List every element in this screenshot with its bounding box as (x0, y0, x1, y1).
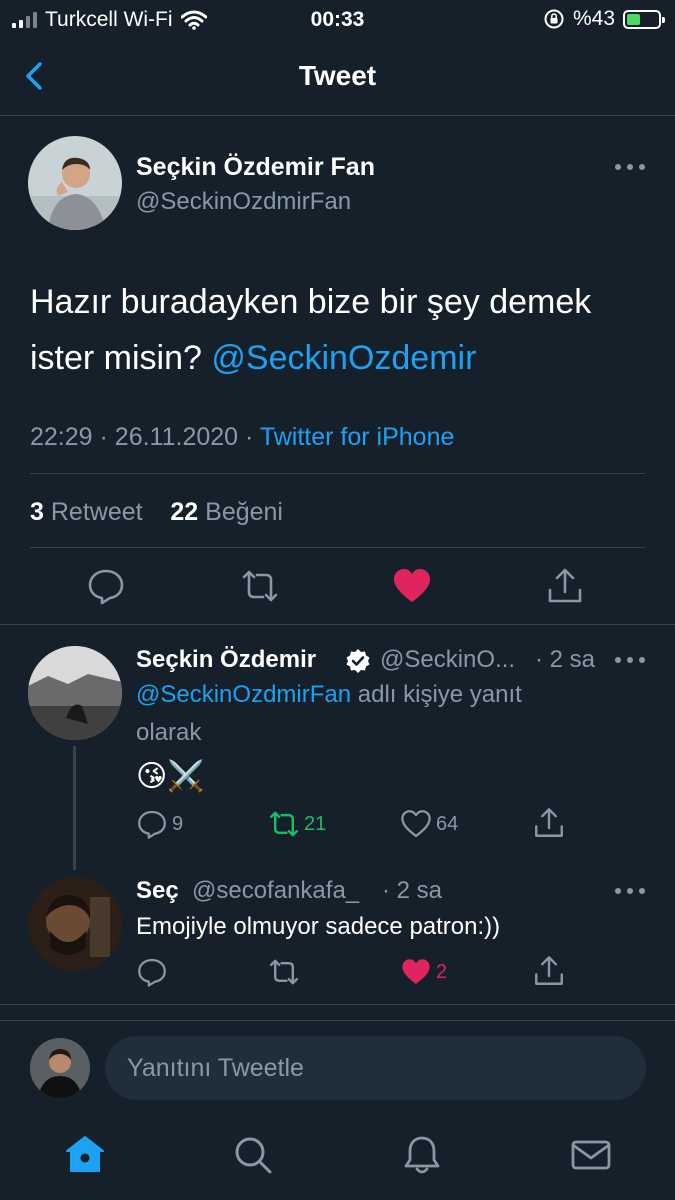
battery-icon (623, 9, 665, 29)
bell-icon[interactable] (401, 1134, 443, 1176)
avatar[interactable] (28, 877, 122, 971)
like-label[interactable]: Beğeni (205, 498, 283, 526)
reply-time: · 2 sa (535, 646, 596, 673)
like-count[interactable]: 22 (170, 498, 198, 526)
tweet-stats: 3 Retweet 22 Beğeni (30, 498, 283, 527)
retweet-icon[interactable] (268, 808, 300, 840)
reply-context: @SeckinOzdmirFan adlı kişiye yanıt olara… (136, 676, 636, 752)
navigation-bar: Tweet (0, 40, 675, 116)
retweet-icon[interactable] (268, 956, 300, 988)
divider (0, 624, 675, 625)
reply-author-name[interactable]: Seç (136, 877, 179, 905)
mention-link[interactable]: @SeckinOzdemir (211, 339, 476, 377)
verified-icon (346, 649, 370, 673)
reply-icon[interactable] (136, 808, 168, 840)
more-icon[interactable] (615, 655, 645, 665)
share-icon[interactable] (532, 954, 566, 988)
reply-time: · 2 sa (382, 877, 443, 904)
heart-icon[interactable] (400, 956, 432, 988)
tweet-source[interactable]: Twitter for iPhone (260, 423, 455, 451)
reply-author-name[interactable]: Seçkin Özdemir (136, 646, 316, 674)
like-count: 64 (436, 813, 459, 835)
avatar[interactable] (28, 646, 122, 740)
status-bar: Turkcell Wi-Fi 00:33 %43 (0, 0, 675, 40)
search-icon[interactable] (232, 1134, 274, 1176)
reply-to-suffix: adlı kişiye yanıt (351, 681, 522, 708)
mail-icon[interactable] (570, 1134, 612, 1176)
avatar[interactable] (28, 136, 122, 230)
reply-count: 9 (172, 813, 184, 835)
reply-author-handle[interactable]: @secofankafa_ (192, 877, 359, 905)
tweet-text: Hazır buradayken bize bir şey demek iste… (30, 274, 655, 386)
home-icon[interactable] (64, 1134, 106, 1176)
more-icon[interactable] (615, 162, 645, 172)
divider (0, 1020, 675, 1021)
tweet-meta: 22:29 · 26.11.2020 · Twitter for iPhone (30, 423, 455, 451)
reply-icon[interactable] (86, 566, 126, 606)
battery-label: %43 (572, 7, 615, 30)
thread-line (73, 746, 76, 870)
tab-bar (0, 1120, 675, 1200)
heart-icon[interactable] (392, 566, 432, 606)
reply-author-handle[interactable]: @SeckinO... (380, 646, 515, 674)
retweet-count[interactable]: 3 (30, 498, 44, 526)
reply-compose-input[interactable]: Yanıtını Tweetle (105, 1036, 646, 1100)
tweet-date: 26.11.2020 (114, 423, 239, 451)
reply-to-link[interactable]: @SeckinOzdmirFan (136, 681, 351, 708)
divider (30, 473, 645, 474)
more-icon[interactable] (615, 886, 645, 896)
like-count: 2 (436, 961, 448, 983)
reply-text: 😘⚔️ (136, 760, 205, 793)
retweet-count: 21 (304, 813, 327, 835)
reply-text: Emojiyle olmuyor sadece patron:)) (136, 913, 501, 940)
tweet-time: 22:29 (30, 423, 93, 451)
rotation-lock-icon (544, 9, 564, 29)
share-icon[interactable] (545, 566, 585, 606)
reply-icon[interactable] (136, 956, 168, 988)
retweet-label[interactable]: Retweet (51, 498, 143, 526)
share-icon[interactable] (532, 806, 566, 840)
page-title: Tweet (298, 60, 377, 91)
author-name[interactable]: Seçkin Özdemir Fan (136, 153, 375, 182)
divider (0, 1004, 675, 1005)
divider (30, 547, 645, 548)
heart-icon[interactable] (400, 808, 432, 840)
retweet-icon[interactable] (240, 566, 280, 606)
avatar[interactable] (30, 1038, 90, 1098)
author-handle[interactable]: @SeckinOzdmirFan (136, 188, 351, 216)
reply-to-line2: olarak (136, 719, 202, 746)
